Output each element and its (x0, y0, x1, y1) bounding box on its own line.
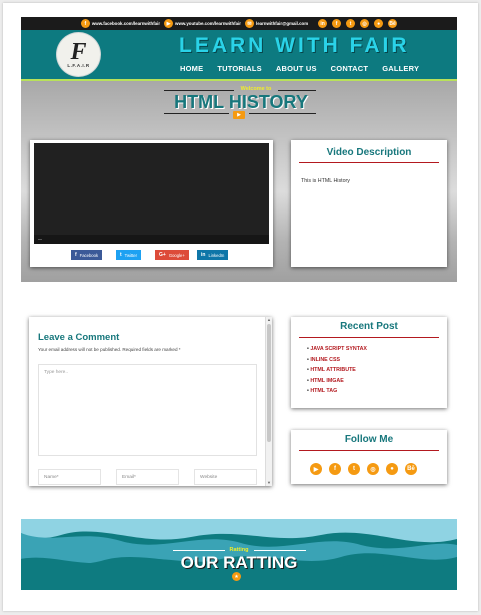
comment-note: Your email address will not be published… (38, 347, 181, 352)
google-plus-icon: G+ (159, 252, 166, 258)
recent-post-item[interactable]: HTML IMGAE (307, 376, 367, 387)
site-header: F L.F.A.I.R LEARN WITH FAIR HOME TUTORIA… (21, 30, 457, 81)
share-label: LinkedIn (208, 252, 225, 258)
logo-text: L.F.A.I.R (67, 63, 90, 68)
hero-divider-left (164, 90, 234, 91)
description-heading: Video Description (326, 147, 412, 158)
youtube-icon[interactable]: ▶ (310, 463, 322, 475)
play-icon: ▶ (233, 111, 245, 119)
rating-banner: Ratting OUR RATTING ★ (21, 519, 457, 590)
comment-textarea[interactable]: Type here.. (38, 364, 257, 456)
youtube-url: www.youtube.com/learnwithfair (175, 21, 241, 26)
email-contact[interactable]: ✉ learnwithfair@gmail.com (245, 19, 308, 28)
description-text: This is HTML History (301, 178, 350, 184)
share-linkedin-button[interactable]: in LinkedIn (197, 250, 229, 260)
facebook-contact[interactable]: f www.facebook.com/learnwithfair (80, 19, 161, 28)
rating-divider-left (173, 550, 225, 551)
nav-tutorials[interactable]: TUTORIALS (217, 64, 262, 73)
website-field[interactable]: Website (194, 469, 257, 485)
facebook-icon[interactable]: f (329, 463, 341, 475)
youtube-contact[interactable]: ▶ www.youtube.com/learnwithfair (164, 19, 241, 28)
nav-home[interactable]: HOME (180, 64, 203, 73)
recent-post-item[interactable]: JAVA SCRIPT SYNTAX (307, 344, 367, 355)
email-address: learnwithfair@gmail.com (256, 21, 309, 26)
comment-card: Leave a Comment Your email address will … (29, 317, 272, 486)
site-title: LEARN WITH FAIR (179, 34, 410, 57)
comment-scrollbar[interactable]: ▲ ▼ (265, 317, 272, 486)
share-label: Facebook (79, 252, 99, 258)
email-field[interactable]: Email* (116, 469, 179, 485)
top-contact-bar: f www.facebook.com/learnwithfair ▶ www.y… (21, 17, 457, 30)
twitter-icon: t (120, 252, 122, 258)
github-icon[interactable]: ● (386, 463, 398, 475)
recent-post-item[interactable]: HTML ATTRIBUTE (307, 365, 367, 376)
logo-letter: F (70, 39, 87, 65)
video-card: f Facebook t Twitter G+ Google+ in Linke… (30, 140, 273, 267)
star-icon: ★ (232, 572, 241, 581)
facebook-url: www.facebook.com/learnwithfair (91, 21, 161, 26)
scroll-down-icon[interactable]: ▼ (266, 480, 272, 486)
share-twitter-button[interactable]: t Twitter (116, 250, 142, 260)
linkedin-icon: in (201, 252, 206, 258)
linkedin-icon[interactable]: in (318, 19, 328, 28)
main-nav: HOME TUTORIALS ABOUT US CONTACT GALLERY (180, 64, 419, 73)
twitter-icon[interactable]: t (346, 19, 356, 28)
recent-divider (299, 337, 439, 338)
hero-underline-right (249, 113, 316, 114)
hero-divider-right (278, 90, 316, 91)
facebook-icon: f (80, 19, 90, 28)
scrollbar-thumb[interactable] (267, 324, 271, 442)
site-logo[interactable]: F L.F.A.I.R (57, 33, 100, 76)
follow-divider (299, 450, 439, 451)
recent-post-item[interactable]: INLINE CSS (307, 355, 367, 366)
follow-me-card: Follow Me ▶ f t ◎ ● Bē (291, 430, 447, 484)
share-google-button[interactable]: G+ Google+ (155, 250, 189, 260)
share-label: Twitter (124, 252, 138, 258)
comment-title: Leave a Comment (38, 332, 120, 343)
follow-icons: ▶ f t ◎ ● Bē (310, 463, 417, 475)
description-divider (299, 162, 439, 163)
twitter-icon[interactable]: t (348, 463, 360, 475)
recent-heading: Recent Post (340, 321, 398, 332)
behance-icon[interactable]: Bē (388, 19, 398, 28)
share-label: Google+ (168, 252, 185, 258)
top-social-icons: in f t ◎ ● Bē (318, 19, 398, 28)
share-facebook-button[interactable]: f Facebook (71, 250, 103, 260)
mail-icon: ✉ (245, 19, 254, 28)
nav-gallery[interactable]: GALLERY (382, 64, 419, 73)
instagram-icon[interactable]: ◎ (367, 463, 379, 475)
recent-post-list: JAVA SCRIPT SYNTAX INLINE CSS HTML ATTRI… (307, 344, 367, 397)
video-controls[interactable] (34, 235, 269, 244)
instagram-icon[interactable]: ◎ (360, 19, 370, 28)
facebook-icon[interactable]: f (332, 19, 342, 28)
github-icon[interactable]: ● (374, 19, 384, 28)
youtube-icon: ▶ (164, 19, 174, 28)
nav-about-us[interactable]: ABOUT US (276, 64, 317, 73)
recent-post-item[interactable]: HTML TAG (307, 386, 367, 397)
follow-heading: Follow Me (344, 434, 394, 445)
behance-icon[interactable]: Bē (405, 463, 417, 475)
video-player[interactable] (34, 143, 269, 244)
rating-title: OUR RATTING (180, 553, 298, 572)
recent-post-card: Recent Post JAVA SCRIPT SYNTAX INLINE CS… (291, 317, 447, 408)
facebook-icon: f (75, 252, 77, 258)
nav-contact[interactable]: CONTACT (331, 64, 369, 73)
page-title: HTML HISTORY (174, 92, 308, 112)
rating-divider-right (254, 550, 306, 551)
scroll-up-icon[interactable]: ▲ (266, 317, 272, 323)
name-field[interactable]: Name* (38, 469, 101, 485)
video-description-card: Video Description This is HTML History (291, 140, 447, 267)
hero-underline-left (164, 113, 229, 114)
